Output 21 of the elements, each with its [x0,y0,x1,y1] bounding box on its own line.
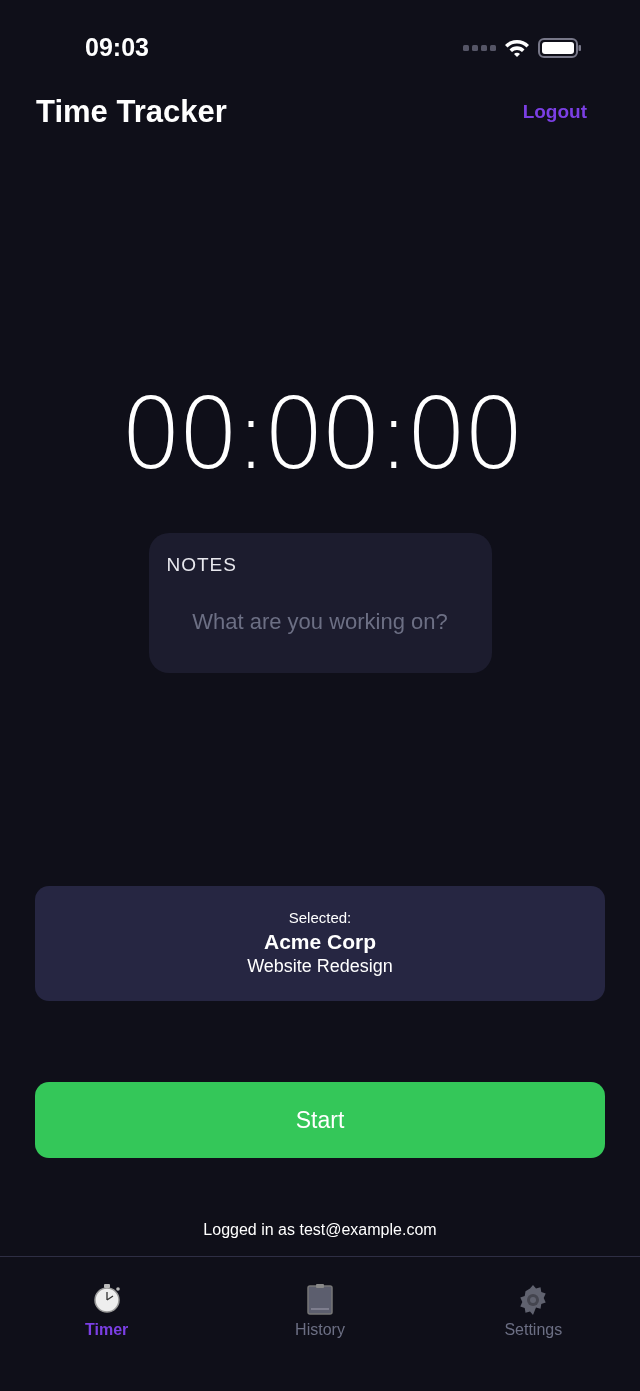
stopwatch-icon [91,1283,122,1316]
client-name: Acme Corp [264,929,376,953]
clipboard-icon [305,1283,335,1316]
logout-button[interactable]: Logout [522,98,587,127]
history-tab[interactable]: History [213,1257,427,1391]
project-card[interactable]: Selected: Acme Corp Website Redesign [35,886,605,1001]
login-status: Logged in as test@example.com [202,1220,438,1240]
wifi-icon [504,37,530,58]
settings-icon [518,1283,549,1316]
timer-tab[interactable]: Timer [0,1257,214,1391]
notes-label: NOTES [166,553,238,577]
timer-display: 00:00:00 [118,385,522,483]
signal-icon [463,44,496,51]
project-name: Website Redesign [247,954,393,978]
status-time: 09:03 [85,31,149,63]
app-title: Time Tracker [36,93,227,132]
start-button[interactable]: Start [35,1082,605,1158]
selected-caption: Selected: [288,908,352,929]
notes-field[interactable]: What are you working on? [166,603,474,639]
battery-icon [538,37,582,58]
settings-tab[interactable]: Settings [426,1257,640,1391]
